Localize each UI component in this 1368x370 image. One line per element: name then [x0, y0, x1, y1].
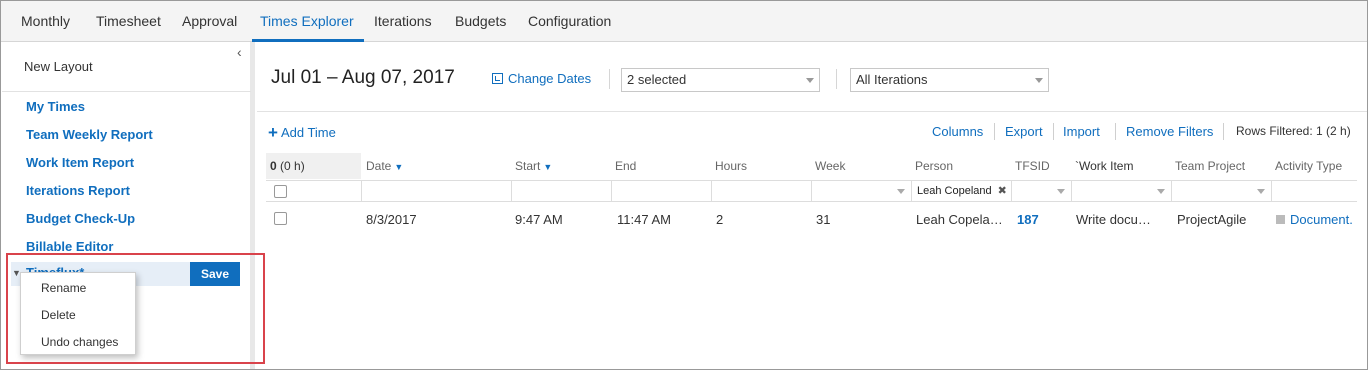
column-header-activity-type[interactable]: Activity Type: [1275, 159, 1342, 173]
filter-work-item[interactable]: [1072, 181, 1172, 201]
divider: [994, 123, 995, 140]
top-nav: Monthly Timesheet Approval Times Explore…: [1, 1, 1367, 42]
toolbar-divider: [257, 111, 1367, 112]
filter-end[interactable]: [612, 181, 712, 201]
cell-end: 11:47 AM: [617, 212, 671, 227]
selection-summary: 0 (0 h): [266, 153, 361, 179]
tab-approval[interactable]: Approval: [182, 1, 237, 42]
column-header-tfsid[interactable]: TFSID: [1015, 159, 1050, 173]
divider: [1053, 123, 1054, 140]
divider: [1223, 123, 1224, 140]
sidebar-divider: [2, 91, 251, 92]
highlight-box: [6, 253, 265, 364]
iteration-select-value: All Iterations: [856, 72, 928, 87]
cell-tfsid-link[interactable]: 187: [1017, 212, 1039, 227]
cell-person: Leah Copela…: [916, 212, 1003, 227]
chevron-down-icon: [806, 78, 814, 83]
filter-team-project[interactable]: [1172, 181, 1272, 201]
column-header-work-item[interactable]: `Work Item: [1075, 159, 1133, 173]
divider: [609, 69, 610, 89]
tab-timesheet[interactable]: Timesheet: [96, 1, 161, 42]
column-header-person[interactable]: Person: [915, 159, 953, 173]
cell-activity-type[interactable]: Document.: [1276, 212, 1353, 227]
export-button[interactable]: Export: [1005, 124, 1043, 139]
project-select[interactable]: 2 selected: [621, 68, 820, 92]
column-header-team-project[interactable]: Team Project: [1175, 159, 1245, 173]
person-filter-value: Leah Copeland: [917, 185, 992, 197]
add-time-label: Add Time: [280, 125, 336, 140]
filter-start[interactable]: [512, 181, 612, 201]
tab-monthly[interactable]: Monthly: [21, 1, 70, 42]
sidebar-item-work-item-report[interactable]: Work Item Report: [26, 155, 134, 170]
app-frame: Monthly Timesheet Approval Times Explore…: [0, 0, 1368, 370]
plus-icon: +: [268, 123, 278, 142]
change-dates-button[interactable]: Change Dates: [492, 71, 591, 86]
column-header-label: Date: [366, 159, 392, 173]
calendar-refresh-icon: [492, 73, 503, 84]
remove-filters-button[interactable]: Remove Filters: [1126, 124, 1213, 139]
activity-color-swatch: [1276, 215, 1285, 224]
sidebar-item-my-times[interactable]: My Times: [26, 99, 85, 114]
columns-button[interactable]: Columns: [932, 124, 983, 139]
column-header-start[interactable]: Start ▼: [515, 159, 552, 173]
chevron-down-icon: [1035, 78, 1043, 83]
filter-week[interactable]: [812, 181, 912, 201]
tab-budgets[interactable]: Budgets: [455, 1, 506, 42]
divider: [836, 69, 837, 89]
rows-filtered-status: Rows Filtered: 1 (2 h): [1236, 124, 1351, 138]
active-tab-indicator: [252, 39, 364, 42]
tab-times-explorer[interactable]: Times Explorer: [260, 1, 354, 42]
filter-row: [266, 180, 1357, 202]
column-header-hours[interactable]: Hours: [715, 159, 747, 173]
cell-week: 31: [816, 212, 831, 227]
column-header-end[interactable]: End: [615, 159, 636, 173]
new-layout-link[interactable]: New Layout: [24, 59, 93, 74]
tab-iterations[interactable]: Iterations: [374, 1, 432, 42]
chevron-down-icon[interactable]: [897, 189, 905, 194]
iteration-select[interactable]: All Iterations: [850, 68, 1049, 92]
cell-start: 9:47 AM: [515, 212, 563, 227]
clear-filter-icon[interactable]: ✖: [998, 185, 1007, 197]
cell-hours: 2: [716, 212, 724, 227]
filter-date[interactable]: [362, 181, 512, 201]
tab-configuration[interactable]: Configuration: [528, 1, 611, 42]
chevron-down-icon[interactable]: [1157, 189, 1165, 194]
selection-hours: (0 h): [280, 159, 305, 173]
sidebar-item-iterations-report[interactable]: Iterations Report: [26, 183, 130, 198]
sidebar-item-team-weekly-report[interactable]: Team Weekly Report: [26, 127, 153, 142]
activity-type-label: Document.: [1290, 212, 1353, 227]
change-dates-label: Change Dates: [508, 71, 592, 86]
project-select-value: 2 selected: [627, 72, 687, 87]
chevron-down-icon[interactable]: [1057, 189, 1065, 194]
column-header-week[interactable]: Week: [815, 159, 845, 173]
import-button[interactable]: Import: [1063, 124, 1100, 139]
person-filter-chip: Leah Copeland ✖: [913, 182, 1007, 200]
sidebar-item-billable-editor[interactable]: Billable Editor: [26, 239, 113, 254]
row-checkbox[interactable]: [274, 212, 287, 225]
chevron-left-icon[interactable]: ‹: [237, 44, 242, 60]
selection-count: 0: [270, 159, 277, 173]
add-time-button[interactable]: + Add Time: [268, 123, 336, 143]
cell-work-item: Write docu…: [1076, 212, 1151, 227]
filter-activity-type[interactable]: [1272, 181, 1357, 201]
filter-hours[interactable]: [712, 181, 812, 201]
sort-desc-icon[interactable]: ▼: [394, 162, 403, 172]
column-header-date[interactable]: Date ▼: [366, 159, 403, 173]
select-all-checkbox[interactable]: [274, 185, 287, 198]
cell-date: 8/3/2017: [366, 212, 417, 227]
filter-tfsid[interactable]: [1012, 181, 1072, 201]
sort-desc-icon[interactable]: ▼: [543, 162, 552, 172]
date-range-title: Jul 01 – Aug 07, 2017: [271, 67, 455, 88]
cell-team-project: ProjectAgile: [1177, 212, 1247, 227]
divider: [1115, 123, 1116, 140]
chevron-down-icon[interactable]: [1257, 189, 1265, 194]
column-header-label: Start: [515, 159, 541, 173]
sidebar-item-budget-check-up[interactable]: Budget Check-Up: [26, 211, 135, 226]
